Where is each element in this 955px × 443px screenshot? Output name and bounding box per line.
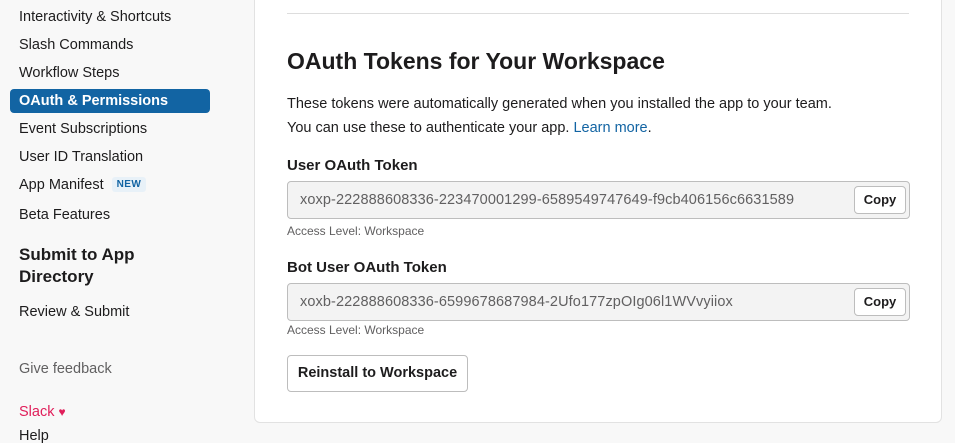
description: These tokens were automatically generate… <box>287 92 917 140</box>
submit-to-app-directory-heading: Submit to App Directory <box>19 244 135 288</box>
sidebar-item-review-submit[interactable]: Review & Submit <box>19 300 129 324</box>
bot-oauth-token-value[interactable]: xoxb-222888608336-6599678687984-2Ufo177z… <box>300 284 733 320</box>
bot-oauth-token-field[interactable]: xoxb-222888608336-6599678687984-2Ufo177z… <box>287 283 910 321</box>
reinstall-to-workspace-button[interactable]: Reinstall to Workspace <box>287 355 468 392</box>
sidebar-item-slash-commands[interactable]: Slash Commands <box>19 33 133 57</box>
copy-bot-token-button[interactable]: Copy <box>854 288 906 316</box>
bot-token-access-level: Access Level: Workspace <box>287 323 425 337</box>
sidebar-item-interactivity-shortcuts[interactable]: Interactivity & Shortcuts <box>19 5 171 29</box>
user-oauth-token-value[interactable]: xoxp-222888608336-223470001299-658954974… <box>300 182 794 218</box>
sidebar-item-app-manifest[interactable]: App Manifest NEW <box>19 173 147 197</box>
slack-label: Slack <box>19 404 55 420</box>
sidebar-item-beta-features[interactable]: Beta Features <box>19 203 110 227</box>
section-divider <box>287 13 909 14</box>
sidebar-item-label: App Manifest <box>19 177 104 193</box>
description-text: You can use these to authenticate your a… <box>287 120 570 136</box>
copy-user-token-button[interactable]: Copy <box>854 186 906 214</box>
heading-line-2: Directory <box>19 267 94 286</box>
page-title: OAuth Tokens for Your Workspace <box>287 48 665 74</box>
slack-link[interactable]: Slack ♥ <box>19 400 66 424</box>
sidebar-item-workflow-steps[interactable]: Workflow Steps <box>19 61 119 85</box>
user-oauth-token-field[interactable]: xoxp-222888608336-223470001299-658954974… <box>287 181 910 219</box>
description-period: . <box>647 120 652 136</box>
new-badge: NEW <box>111 177 147 192</box>
sidebar-item-oauth-permissions[interactable]: OAuth & Permissions <box>10 89 210 113</box>
heart-icon: ♥ <box>58 405 66 419</box>
sidebar-item-event-subscriptions[interactable]: Event Subscriptions <box>19 117 147 141</box>
bot-oauth-token-label: Bot User OAuth Token <box>287 259 447 276</box>
description-line-1: These tokens were automatically generate… <box>287 96 832 112</box>
sidebar-item-user-id-translation[interactable]: User ID Translation <box>19 145 143 169</box>
give-feedback-link[interactable]: Give feedback <box>19 357 112 381</box>
description-line-2: You can use these to authenticate your a… <box>287 116 917 140</box>
sidebar-nav: Interactivity & Shortcuts Slash Commands… <box>0 0 230 443</box>
oauth-tokens-card: OAuth Tokens for Your Workspace These to… <box>254 0 942 423</box>
user-oauth-token-label: User OAuth Token <box>287 157 418 174</box>
heading-line-1: Submit to App <box>19 245 135 264</box>
help-link[interactable]: Help <box>19 424 49 443</box>
learn-more-link[interactable]: Learn more <box>573 120 647 136</box>
user-token-access-level: Access Level: Workspace <box>287 224 425 238</box>
